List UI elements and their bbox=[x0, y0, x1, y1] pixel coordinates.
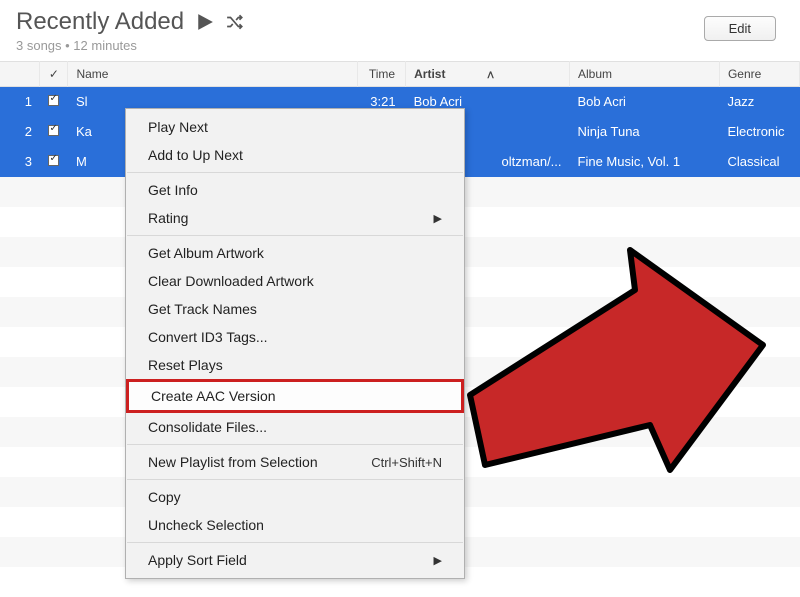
table-header: ✓ Name Time Artistᐱ Album Genre bbox=[0, 62, 800, 87]
menu-reset-plays[interactable]: Reset Plays bbox=[126, 351, 464, 379]
menu-separator bbox=[127, 172, 463, 173]
shuffle-icon[interactable] bbox=[226, 13, 244, 31]
menu-convert-id3[interactable]: Convert ID3 Tags... bbox=[126, 323, 464, 351]
header: Recently Added 3 songs • 12 minutes Edit bbox=[0, 0, 800, 61]
col-check[interactable]: ✓ bbox=[40, 62, 68, 87]
menu-clear-artwork[interactable]: Clear Downloaded Artwork bbox=[126, 267, 464, 295]
col-number[interactable] bbox=[0, 62, 40, 87]
menu-new-playlist[interactable]: New Playlist from Selection Ctrl+Shift+N bbox=[126, 448, 464, 476]
menu-rating[interactable]: Rating ▶ bbox=[126, 204, 464, 232]
menu-get-artwork[interactable]: Get Album Artwork bbox=[126, 239, 464, 267]
menu-consolidate[interactable]: Consolidate Files... bbox=[126, 413, 464, 441]
menu-separator bbox=[127, 542, 463, 543]
col-genre[interactable]: Genre bbox=[719, 62, 799, 87]
menu-get-info[interactable]: Get Info bbox=[126, 176, 464, 204]
annotation-arrow-icon bbox=[455, 245, 775, 480]
checkbox-icon[interactable] bbox=[48, 155, 59, 166]
menu-uncheck[interactable]: Uncheck Selection bbox=[126, 511, 464, 539]
shortcut-label: Ctrl+Shift+N bbox=[371, 455, 442, 470]
chevron-right-icon: ▶ bbox=[434, 212, 442, 225]
menu-separator bbox=[127, 444, 463, 445]
col-time[interactable]: Time bbox=[358, 62, 406, 87]
menu-get-tracks[interactable]: Get Track Names bbox=[126, 295, 464, 323]
menu-copy[interactable]: Copy bbox=[126, 483, 464, 511]
checkbox-icon[interactable] bbox=[48, 125, 59, 136]
chevron-right-icon: ▶ bbox=[434, 554, 442, 567]
menu-create-aac[interactable]: Create AAC Version bbox=[126, 379, 464, 413]
page-title: Recently Added bbox=[16, 8, 184, 36]
play-icon[interactable] bbox=[196, 13, 214, 31]
col-artist[interactable]: Artistᐱ bbox=[406, 62, 570, 87]
context-menu: Play Next Add to Up Next Get Info Rating… bbox=[125, 108, 465, 579]
subtitle: 3 songs • 12 minutes bbox=[16, 38, 244, 53]
checkbox-icon[interactable] bbox=[48, 95, 59, 106]
col-name[interactable]: Name bbox=[68, 62, 358, 87]
sort-asc-icon: ᐱ bbox=[487, 70, 493, 80]
menu-separator bbox=[127, 479, 463, 480]
menu-add-up-next[interactable]: Add to Up Next bbox=[126, 141, 464, 169]
menu-play-next[interactable]: Play Next bbox=[126, 113, 464, 141]
menu-separator bbox=[127, 235, 463, 236]
menu-apply-sort[interactable]: Apply Sort Field ▶ bbox=[126, 546, 464, 574]
edit-button[interactable]: Edit bbox=[704, 16, 776, 41]
col-album[interactable]: Album bbox=[570, 62, 720, 87]
